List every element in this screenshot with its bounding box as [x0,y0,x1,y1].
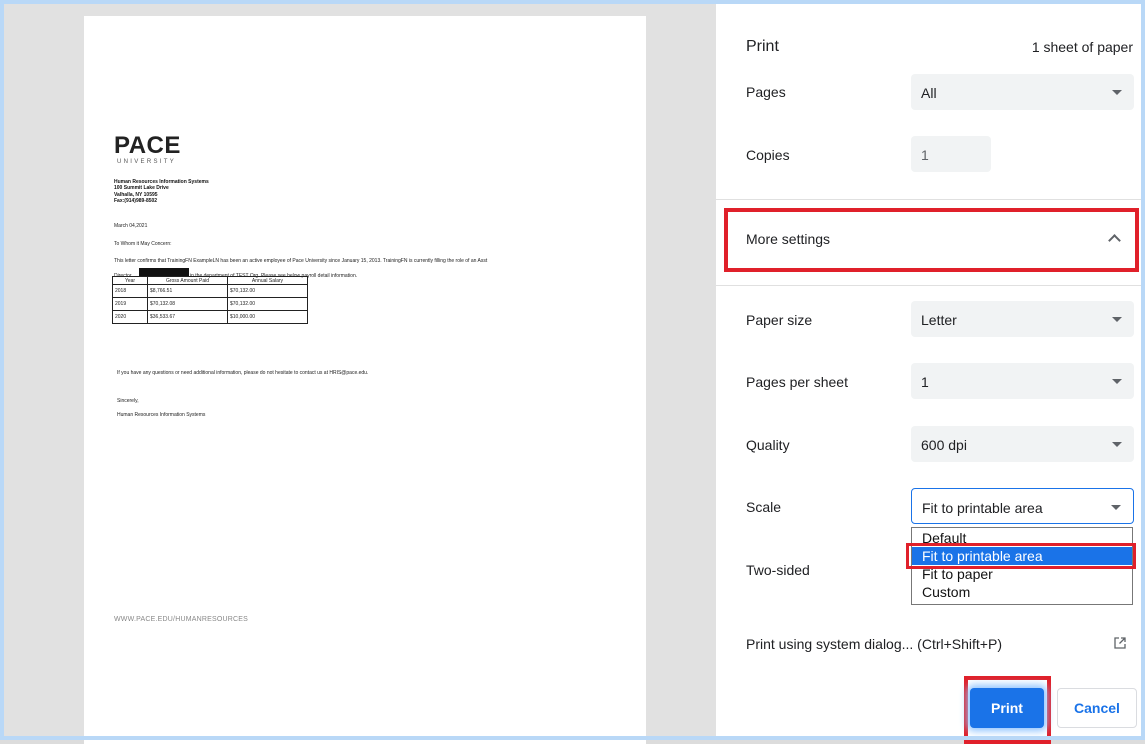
table-cell: $70,132.08 [147,297,228,311]
table-cell: $70,132.00 [227,284,308,298]
two-sided-label: Two-sided [746,562,810,578]
dropdown-arrow-icon [1112,90,1122,95]
logo-main-text: PACE [114,132,181,159]
letter-closing-line: If you have any questions or need additi… [117,370,369,376]
pages-per-sheet-value: 1 [921,374,929,390]
more-settings-highlight [724,208,1139,272]
system-dialog-link[interactable]: Print using system dialog... (Ctrl+Shift… [746,636,1002,652]
column-header: Year [112,276,148,285]
quality-value: 600 dpi [921,437,967,453]
table-cell: $10,000.00 [227,310,308,324]
table-cell: 2018 [112,284,148,298]
scale-option-custom[interactable]: Custom [912,583,1132,601]
table-row: 2018 $8,766.51 $70,132.00 [112,284,308,298]
table-row: 2020 $36,533.67 $10,000.00 [112,310,308,324]
sheet-count: 1 sheet of paper [1031,39,1133,55]
payroll-table: Year Gross Amount Paid Annual Salary 201… [112,276,308,324]
column-header: Annual Salary [227,276,308,285]
scale-label: Scale [746,499,782,515]
scale-select[interactable]: Fit to printable area [911,488,1134,524]
print-preview-area: PACE UNIVERSITY Human Resources Informat… [4,4,716,744]
cancel-button[interactable]: Cancel [1057,688,1137,728]
preview-page: PACE UNIVERSITY Human Resources Informat… [84,16,646,744]
dropdown-arrow-icon [1111,505,1121,510]
table-header-row: Year Gross Amount Paid Annual Salary [112,276,308,285]
print-settings-panel: Print 1 sheet of paper Pages All Copies … [716,4,1141,744]
table-cell: 2020 [112,310,148,324]
letter-signature: Human Resources Information Systems [117,412,206,418]
panel-scrollbar[interactable] [1141,140,1145,740]
table-cell: $36,533.67 [147,310,228,324]
paper-size-select[interactable]: Letter [911,301,1134,337]
pages-per-sheet-select[interactable]: 1 [911,363,1134,399]
panel-title: Print [746,38,779,55]
copies-input[interactable]: 1 [911,136,991,172]
column-header: Gross Amount Paid [147,276,228,285]
print-button[interactable]: Print [970,688,1044,728]
quality-select[interactable]: 600 dpi [911,426,1134,462]
logo-sub-text: UNIVERSITY [117,159,177,165]
pages-label: Pages [746,84,786,100]
dropdown-arrow-icon [1112,317,1122,322]
letter-greeting: To Whom it May Concern: [114,241,172,247]
pages-value: All [921,85,937,101]
footer-url: WWW.PACE.EDU/HUMANRESOURCES [114,616,248,623]
paper-size-value: Letter [921,312,957,328]
panel-header: Print 1 sheet of paper [716,4,1141,74]
letter-body-line: This letter confirms that TrainingFN Exa… [114,258,488,264]
table-cell: $70,132.00 [227,297,308,311]
copies-value: 1 [921,147,929,163]
paper-size-label: Paper size [746,312,813,328]
section-divider [716,199,1141,200]
letter-date: March 04,2021 [114,223,148,229]
copies-label: Copies [746,147,790,163]
selected-option-highlight [906,543,1136,569]
open-external-icon[interactable] [1114,637,1126,649]
table-cell: 2019 [112,297,148,311]
dropdown-arrow-icon [1112,442,1122,447]
pages-per-sheet-label: Pages per sheet [746,374,848,390]
dropdown-arrow-icon [1112,379,1122,384]
scale-value: Fit to printable area [922,500,1043,516]
address-line: Fax:(914)989-8502 [114,198,158,205]
sender-address: Human Resources Information Systems 100 … [114,179,209,205]
table-cell: $8,766.51 [147,284,228,298]
table-row: 2019 $70,132.08 $70,132.00 [112,297,308,311]
pace-logo: PACE UNIVERSITY [114,132,181,166]
letter-sincerely: Sincerely, [117,398,139,404]
section-divider [716,285,1141,286]
quality-label: Quality [746,437,790,453]
pages-select[interactable]: All [911,74,1134,110]
